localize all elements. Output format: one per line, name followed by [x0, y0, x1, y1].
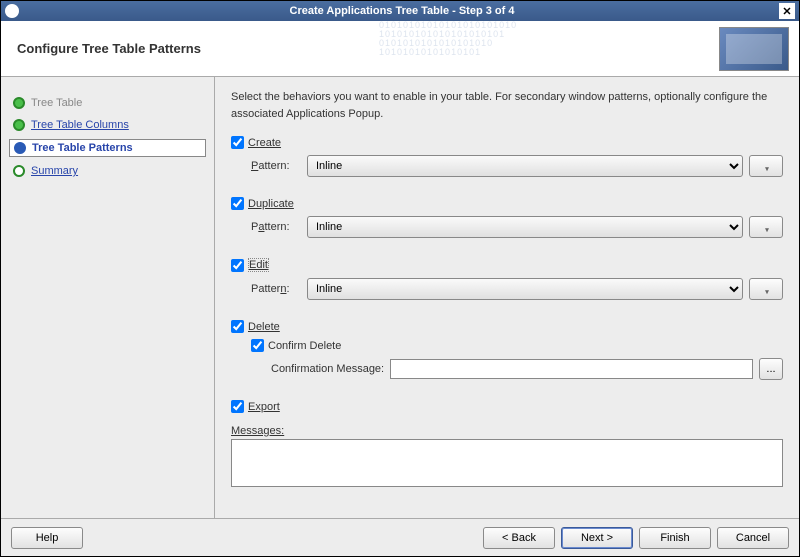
create-label: Create	[248, 137, 281, 149]
duplicate-pattern-label: Pattern:	[251, 221, 301, 233]
messages-group: Messages:	[231, 425, 783, 487]
edit-pattern-label: Pattern:	[251, 283, 301, 295]
step-link[interactable]: Tree Table Columns	[31, 119, 129, 131]
duplicate-popup-button[interactable]	[749, 216, 783, 238]
wizard-header: Configure Tree Table Patterns 0101010101…	[1, 21, 799, 77]
wizard-steps-sidebar: Tree Table Tree Table Columns Tree Table…	[1, 77, 215, 518]
step-bullet-done-icon	[13, 97, 25, 109]
plus-icon	[763, 159, 769, 174]
cancel-button[interactable]: Cancel	[717, 527, 789, 549]
step-link[interactable]: Summary	[31, 165, 78, 177]
confirmation-message-input[interactable]	[390, 359, 753, 379]
step-summary[interactable]: Summary	[9, 163, 206, 179]
decorative-binary: 0101010101010101010101010101010101010101…	[379, 21, 679, 76]
export-checkbox[interactable]	[231, 400, 244, 413]
create-checkbox[interactable]	[231, 136, 244, 149]
duplicate-group: Duplicate Pattern: Inline	[231, 197, 783, 238]
edit-group: Edit Pattern: Inline	[231, 258, 783, 300]
confirmation-message-browse-button[interactable]: ...	[759, 358, 783, 380]
create-popup-button[interactable]	[749, 155, 783, 177]
decorative-screen-icon	[719, 27, 789, 71]
window-title: Create Applications Tree Table - Step 3 …	[25, 5, 779, 17]
help-button[interactable]: Help	[11, 527, 83, 549]
edit-pattern-select[interactable]: Inline	[307, 278, 743, 300]
step-link: Tree Table Patterns	[32, 142, 133, 154]
confirm-delete-checkbox[interactable]	[251, 339, 264, 352]
edit-popup-button[interactable]	[749, 278, 783, 300]
step-bullet-current-icon	[14, 142, 26, 154]
edit-label: Edit	[248, 258, 269, 272]
duplicate-checkbox[interactable]	[231, 197, 244, 210]
app-icon	[5, 4, 19, 18]
step-bullet-future-icon	[13, 165, 25, 177]
messages-label: Messages:	[231, 425, 284, 437]
wizard-footer: Help < Back Next > Finish Cancel	[1, 518, 799, 556]
step-tree-table-patterns: Tree Table Patterns	[9, 139, 206, 157]
delete-group: Delete Confirm Delete Confirmation Messa…	[231, 320, 783, 380]
export-group: Export	[231, 400, 783, 413]
duplicate-label: Duplicate	[248, 198, 294, 210]
create-group: Create Pattern: Inline	[231, 136, 783, 177]
back-button[interactable]: < Back	[483, 527, 555, 549]
plus-icon	[763, 282, 769, 297]
create-pattern-label: Pattern:	[251, 160, 301, 172]
step-label: Tree Table	[31, 97, 82, 109]
close-icon[interactable]: ✕	[779, 3, 795, 19]
confirm-delete-label: Confirm Delete	[268, 340, 341, 352]
wizard-main: Select the behaviors you want to enable …	[215, 77, 799, 518]
step-bullet-done-icon	[13, 119, 25, 131]
plus-icon	[763, 220, 769, 235]
wizard-body: Tree Table Tree Table Columns Tree Table…	[1, 77, 799, 518]
next-button[interactable]: Next >	[561, 527, 633, 549]
step-tree-table: Tree Table	[9, 95, 206, 111]
step-tree-table-columns[interactable]: Tree Table Columns	[9, 117, 206, 133]
edit-checkbox[interactable]	[231, 259, 244, 272]
delete-checkbox[interactable]	[231, 320, 244, 333]
titlebar: Create Applications Tree Table - Step 3 …	[1, 1, 799, 21]
messages-textarea[interactable]	[231, 439, 783, 487]
finish-button[interactable]: Finish	[639, 527, 711, 549]
export-label: Export	[248, 401, 280, 413]
wizard-window: Create Applications Tree Table - Step 3 …	[0, 0, 800, 557]
delete-label: Delete	[248, 321, 280, 333]
confirmation-message-label: Confirmation Message:	[271, 363, 384, 375]
page-title: Configure Tree Table Patterns	[17, 41, 201, 56]
duplicate-pattern-select[interactable]: Inline	[307, 216, 743, 238]
description-text: Select the behaviors you want to enable …	[231, 89, 783, 122]
create-pattern-select[interactable]: Inline	[307, 155, 743, 177]
